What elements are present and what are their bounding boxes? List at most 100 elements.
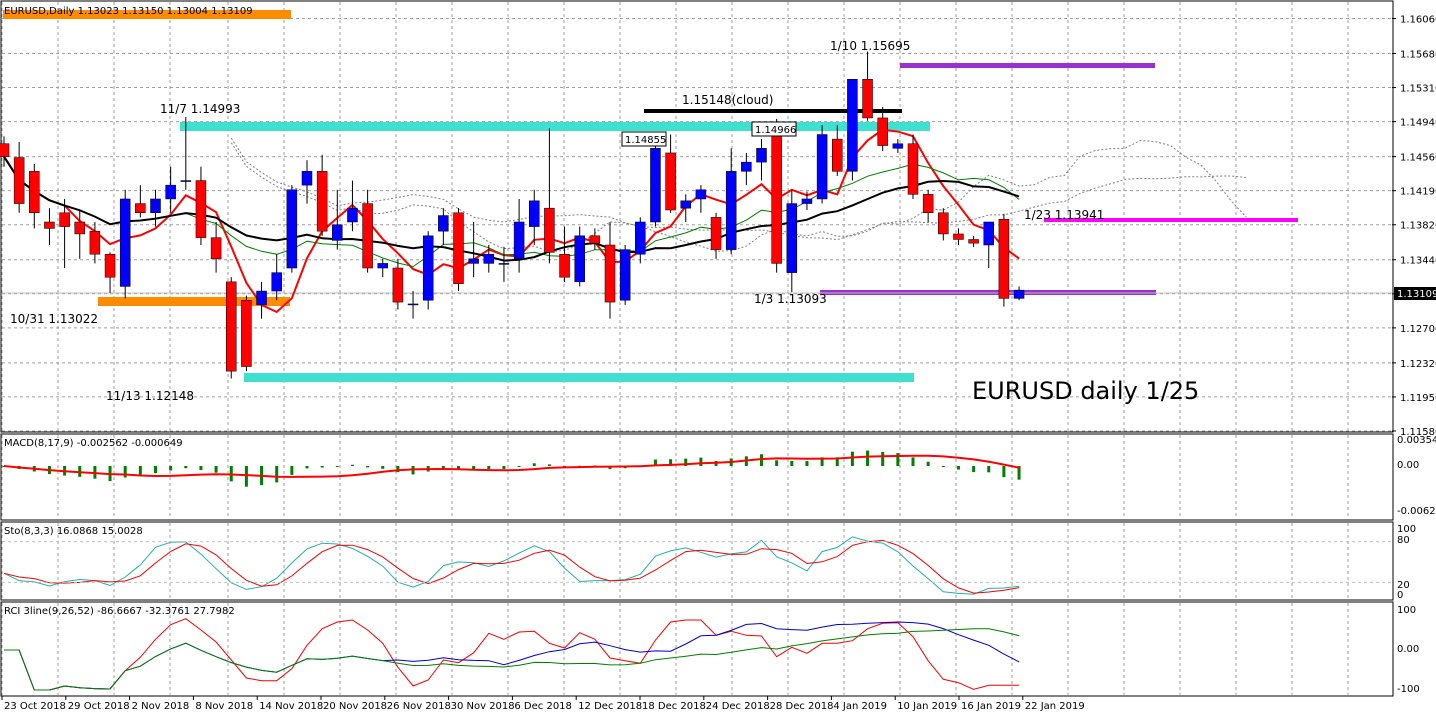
macd-bar: [699, 457, 703, 466]
zone-cyan-upper: [180, 122, 930, 131]
candle-bull: [150, 198, 161, 214]
macd-bar: [214, 466, 218, 473]
candle-bear: [392, 267, 404, 303]
candle-bear: [862, 79, 873, 119]
macd-bar: [502, 466, 506, 470]
candle-bear: [559, 253, 570, 278]
candle-bear: [0, 143, 10, 157]
macd-bar: [335, 466, 339, 467]
candle-bull: [301, 171, 313, 186]
date-tick-label: 26 Nov 2018: [387, 701, 451, 712]
date-tick-label: 18 Dec 2018: [642, 701, 706, 712]
macd-bar: [911, 457, 915, 466]
annotation-14855: 1.14855: [625, 135, 666, 146]
macd-bar: [275, 466, 279, 483]
macd-bar: [532, 463, 536, 466]
macd-bar: [850, 451, 854, 466]
macd-bar: [881, 451, 885, 466]
candle-bull: [741, 161, 752, 172]
candle-bull: [983, 221, 994, 246]
candle-bull: [725, 171, 737, 250]
candle-bear: [135, 203, 146, 214]
macd-bar: [366, 466, 370, 468]
annotation-11-13: 11/13 1.12148: [106, 389, 194, 403]
candle-bull: [695, 189, 707, 200]
macd-bar: [760, 454, 763, 466]
date-tick-label: 22 Jan 2019: [1025, 701, 1085, 712]
macd-bar: [926, 461, 930, 466]
date-tick-label: 6 Dec 2018: [514, 701, 572, 712]
sto-header: Sto(8,3,3) 16.0868 15.0028: [4, 526, 143, 537]
date-tick-label: 12 Dec 2018: [578, 701, 642, 712]
sto-axis-80: 80: [1397, 535, 1410, 546]
date-tick-label: 10 Jan 2019: [897, 701, 957, 712]
candle-bear: [195, 180, 207, 238]
candle-bear: [453, 212, 464, 284]
candle-bull: [786, 203, 798, 273]
candle-bear: [907, 143, 919, 195]
candle-bull: [165, 184, 176, 200]
candle-bear: [29, 171, 40, 214]
candle-bear: [877, 117, 888, 146]
candle-bear: [771, 134, 782, 264]
candle-bear: [59, 212, 70, 227]
candle-bull: [847, 79, 858, 172]
date-tick-label: 29 Oct 2018: [68, 701, 130, 712]
price-tick-label: 1.13440: [1400, 256, 1436, 267]
candle-bull: [468, 258, 479, 264]
macd-axis-zero: 0.00: [1397, 460, 1419, 471]
price-tick-label: 1.13820: [1400, 221, 1436, 232]
candle-bull: [529, 200, 540, 227]
candle-bull: [483, 253, 495, 264]
big-label: EURUSD daily 1/25: [972, 377, 1199, 405]
candle-bull: [513, 221, 525, 260]
date-tick-label: 28 Dec 2018: [770, 701, 834, 712]
candle-bear: [74, 221, 85, 235]
candle-bull: [256, 290, 267, 306]
candle-bear: [922, 194, 934, 214]
candle-bull: [635, 221, 646, 255]
candle-bull: [286, 189, 298, 269]
annotation-1-23: 1/23 1.13941: [1024, 208, 1104, 222]
candle-bear: [832, 138, 843, 172]
date-tick-label: 4 Jan 2019: [833, 701, 887, 712]
price-tick-label: 1.15680: [1400, 49, 1436, 60]
macd-bar: [123, 466, 127, 478]
candle-bear: [968, 239, 979, 244]
macd-bar: [941, 466, 945, 467]
macd-bar: [866, 450, 870, 466]
macd-bar: [381, 466, 385, 469]
macd-bar: [805, 461, 809, 466]
macd-bar: [956, 466, 960, 470]
candle-bull: [332, 224, 343, 241]
macd-bar: [441, 466, 445, 469]
candle-bull: [438, 215, 449, 232]
candle-bear: [241, 300, 252, 367]
candle-bull: [407, 303, 419, 306]
macd-bar: [1002, 466, 1006, 478]
macd-bar: [138, 466, 142, 476]
candle-bear: [953, 233, 964, 240]
rci-axis-0: 0.00: [1397, 644, 1419, 655]
annotation-1-3: 1/3 1.13093: [754, 292, 827, 306]
rci-axis-100: 100: [1397, 605, 1416, 616]
candle-bear: [589, 235, 601, 244]
trading-chart: EURUSD,Daily 1.13023 1.13150 1.13004 1.1…: [0, 0, 1436, 716]
candle-bull: [271, 272, 282, 292]
macd-bar: [290, 466, 294, 475]
macd-bar: [184, 466, 188, 469]
candle-bear: [998, 218, 1010, 299]
candle-bull: [574, 235, 585, 283]
zone-purple-top: [900, 63, 1155, 68]
price-tick-label: 1.15310: [1400, 84, 1436, 95]
price-tick-label: 1.14190: [1400, 187, 1436, 198]
zone-cyan-lower: [244, 373, 914, 382]
candle-bull: [119, 198, 131, 287]
macd-axis-top: 0.003546: [1397, 435, 1436, 446]
macd-bar: [244, 466, 248, 487]
date-tick-label: 30 Nov 2018: [451, 701, 515, 712]
date-tick-label: 23 Oct 2018: [4, 701, 66, 712]
candle-bull: [377, 263, 388, 269]
macd-bar: [487, 466, 491, 469]
chart-header: EURUSD,Daily 1.13023 1.13150 1.13004 1.1…: [4, 6, 253, 17]
